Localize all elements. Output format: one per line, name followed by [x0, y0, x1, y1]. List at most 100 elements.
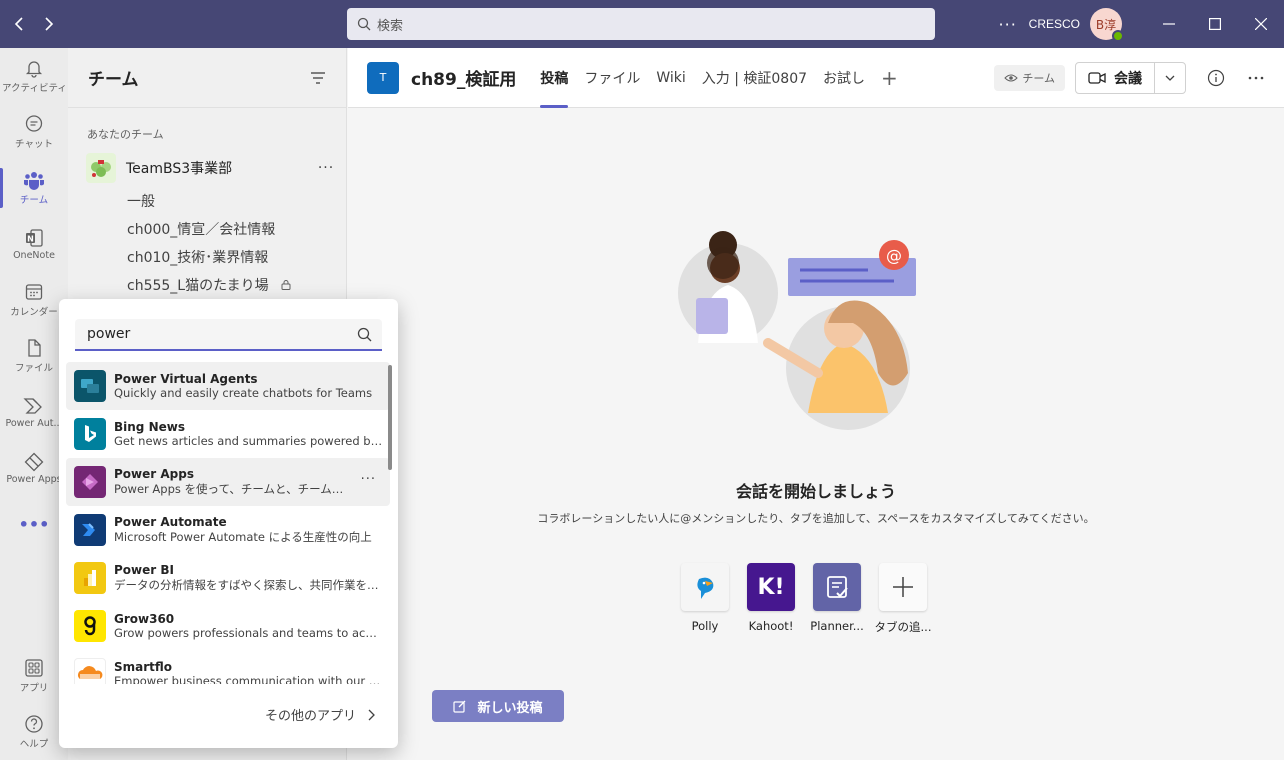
planner-icon — [813, 563, 861, 611]
rail-label: ヘルプ — [19, 739, 49, 750]
app-result-desc: Microsoft Power Automate による生産性の向上 — [114, 530, 372, 544]
maximize-button[interactable] — [1192, 0, 1238, 48]
rail-label: Power Apps — [6, 473, 62, 485]
avatar[interactable]: B淳 — [1090, 8, 1124, 42]
bing-icon — [74, 418, 106, 450]
org-name: CRESCO — [1028, 17, 1080, 31]
info-button[interactable] — [1200, 62, 1232, 94]
more-apps-label: その他のアプリ — [264, 709, 356, 724]
more-options-button[interactable] — [1240, 62, 1272, 94]
rail-item-onenote[interactable]: N OneNote — [0, 216, 68, 272]
forward-arrow-icon[interactable] — [34, 0, 62, 48]
rail-label: チャット — [15, 139, 53, 150]
channel-item[interactable]: 一般 — [127, 188, 346, 216]
rail-label: ファイル — [14, 363, 53, 374]
calendar-icon — [25, 284, 43, 300]
app-result-grow360[interactable]: Grow360 Grow powers professionals and te… — [66, 602, 390, 650]
empty-state-subtitle: コラボレーションしたい人に@メンションしたり、タブを追加して、スペースをカスタマ… — [537, 512, 1095, 525]
minimize-button[interactable] — [1146, 0, 1192, 48]
app-name: Polly — [691, 619, 719, 633]
rail-label: アプリ — [19, 683, 49, 694]
tab-trial[interactable]: お試し — [815, 48, 873, 108]
teams-header: チーム — [68, 48, 346, 108]
rail-item-help[interactable]: ヘルプ — [0, 704, 68, 760]
bell-icon — [25, 61, 43, 78]
new-post-button[interactable]: 新しい投稿 — [432, 690, 564, 722]
kahoot-icon: K! — [747, 563, 795, 611]
eye-icon — [1004, 74, 1019, 82]
rail-item-power-automate[interactable]: Power Aut... — [0, 384, 68, 440]
app-result-power-automate[interactable]: Power Automate Microsoft Power Automate … — [66, 506, 390, 554]
search-input[interactable]: 検索 — [347, 8, 935, 40]
app-result-smartflo[interactable]: Smartflo Empower business communication … — [66, 650, 390, 684]
team-item[interactable]: TeamBS3事業部 ··· — [86, 153, 346, 183]
apps-icon — [25, 659, 43, 677]
chevron-down-icon — [1165, 75, 1175, 81]
svg-text:N: N — [27, 234, 34, 243]
rail-item-power-apps[interactable]: Power Apps — [0, 440, 68, 496]
meet-button[interactable]: 会議 — [1075, 62, 1186, 94]
app-tile-kahoot[interactable]: K! Kahoot! — [738, 563, 804, 635]
meet-dropdown-button[interactable] — [1155, 75, 1185, 81]
rail-item-files[interactable]: ファイル — [0, 328, 68, 384]
channel-item[interactable]: ch010_技術･業界情報 — [127, 244, 346, 272]
team-pill[interactable]: チーム — [994, 65, 1065, 91]
app-result-name: Grow360 — [114, 612, 175, 626]
power-virtual-agents-icon — [74, 370, 106, 402]
app-tile-polly[interactable]: Polly — [672, 563, 738, 635]
channel-item[interactable]: ch555_L猫のたまり場 — [127, 272, 346, 300]
app-result-name: Power BI — [114, 563, 174, 577]
rail-label: Power Aut... — [5, 417, 63, 429]
power-automate-icon — [74, 514, 106, 546]
new-post-label: 新しい投稿 — [477, 700, 543, 716]
app-result-power-virtual-agents[interactable]: Power Virtual Agents Quickly and easily … — [66, 362, 390, 410]
compose-icon — [453, 700, 466, 713]
rail-more-button[interactable]: ••• — [0, 496, 68, 552]
back-arrow-icon[interactable] — [6, 0, 34, 48]
app-result-power-bi[interactable]: Power BI データの分析情報をすばやく探索し、共同作業を行いま... — [66, 554, 390, 602]
rail-item-teams[interactable]: チーム — [0, 160, 68, 216]
empty-state-title: 会話を開始しましょう — [735, 482, 896, 501]
rail-item-chat[interactable]: チャット — [0, 104, 68, 160]
more-apps-link[interactable]: その他のアプリ — [265, 705, 376, 724]
rail-item-calendar[interactable]: カレンダー — [0, 272, 68, 328]
tab-files[interactable]: ファイル — [576, 48, 648, 108]
team-avatar-icon — [86, 153, 116, 183]
tab-input[interactable]: 入力 | 検証0807 — [694, 48, 815, 108]
onenote-icon: N — [26, 228, 43, 247]
conversation-illustration: @ — [678, 231, 916, 430]
app-result-power-apps[interactable]: Power Apps Power Apps を使って、チームと、チームで最もよく… — [66, 458, 390, 506]
chevron-right-icon — [368, 709, 375, 720]
file-icon — [28, 339, 41, 357]
settings-more-button[interactable]: ··· — [993, 15, 1023, 34]
tab-wiki[interactable]: Wiki — [648, 48, 693, 108]
app-search-input[interactable]: power — [75, 319, 382, 351]
results-scrollbar[interactable] — [388, 365, 392, 470]
app-result-desc: Quickly and easily create chatbots for T… — [114, 386, 373, 400]
rail-label: アクティビティ — [2, 83, 66, 94]
app-name: Planner... — [810, 619, 864, 633]
filter-icon[interactable] — [310, 71, 326, 85]
rail-item-apps[interactable]: アプリ — [0, 648, 68, 704]
rail-item-activity[interactable]: アクティビティ — [0, 48, 68, 104]
channel-name: ch555_L猫のたまり場 — [127, 278, 269, 294]
power-apps-icon — [24, 452, 44, 471]
more-icon: ••• — [18, 514, 50, 534]
app-rail: アクティビティ チャット チーム N OneNote カレンダー ファイル Po… — [0, 48, 68, 760]
close-button[interactable] — [1238, 0, 1284, 48]
team-name: TeamBS3事業部 — [126, 161, 233, 177]
tab-posts[interactable]: 投稿 — [532, 48, 576, 108]
app-result-bing-news[interactable]: Bing News Get news articles and summarie… — [66, 410, 390, 458]
add-tab-button[interactable]: + — [873, 66, 906, 90]
app-result-desc: Empower business communication with our … — [114, 674, 384, 684]
app-result-desc: データの分析情報をすばやく探索し、共同作業を行いま... — [114, 578, 384, 592]
team-more-button[interactable]: ··· — [306, 160, 346, 176]
app-search-flyout: power Power Virtual Agents Quickly and e… — [59, 299, 398, 748]
channel-item[interactable]: ch000_情宣／会社情報 — [127, 216, 346, 244]
app-search-value: power — [87, 326, 131, 342]
app-result-more-button[interactable]: ··· — [361, 472, 376, 487]
polly-icon — [681, 563, 729, 611]
channel-title: ch89_検証用 — [411, 70, 517, 90]
app-tile-add-tab[interactable]: タブの追... — [870, 563, 936, 635]
app-tile-planner[interactable]: Planner... — [804, 563, 870, 635]
